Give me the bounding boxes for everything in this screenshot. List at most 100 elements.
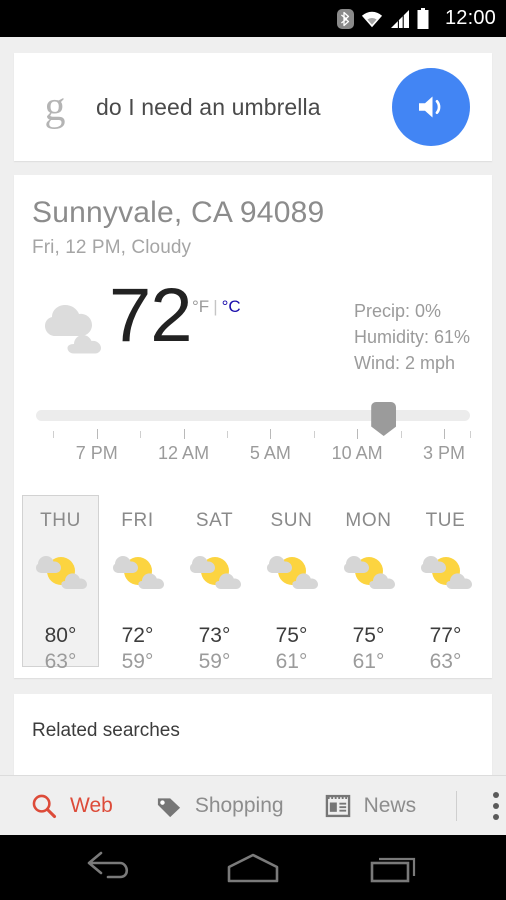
- more-options-dot: [493, 791, 500, 798]
- partly-cloudy-icon: [266, 556, 318, 589]
- tab-news[interactable]: News: [324, 776, 417, 835]
- current-temperature: 72: [109, 273, 193, 358]
- forecast-day-icon: [415, 550, 477, 596]
- status-bar: 12:00: [0, 0, 506, 37]
- nav-home-button[interactable]: [213, 843, 293, 893]
- battery-icon: [417, 7, 429, 29]
- slider-tick-minor: [226, 431, 228, 438]
- slider-tick-minor: [140, 431, 142, 438]
- forecast-low-temp: 59°: [121, 650, 154, 673]
- home-icon: [227, 853, 279, 882]
- speaker-icon: [419, 96, 441, 118]
- slider-tick-minor: [53, 431, 55, 438]
- forecast-day-icon: [30, 550, 92, 596]
- hourly-time-slider[interactable]: 7 PM 12 AM 5 AM 10 AM 3 PM: [36, 402, 471, 472]
- more-options-button[interactable]: [487, 786, 506, 826]
- forecast-low-temp: 61°: [352, 650, 385, 673]
- slider-tick-labels: 7 PM 12 AM 5 AM 10 AM 3 PM: [36, 443, 470, 467]
- forecast-day-sat[interactable]: SAT 73° 59°: [176, 495, 253, 673]
- slider-tick-major: [183, 429, 185, 439]
- slider-tick-major: [357, 429, 359, 439]
- forecast-row: THU 80° 63° FRI 72° 59° SAT 73° 59° SUN 75° 61°…: [22, 495, 484, 673]
- forecast-day-label: MON: [345, 510, 392, 531]
- android-nav-bar: [0, 835, 506, 900]
- forecast-day-label: TUE: [425, 510, 466, 531]
- more-options-dot: [493, 813, 500, 820]
- unit-fahrenheit[interactable]: °F: [192, 297, 209, 316]
- weather-subtitle: Fri, 12 PM, Cloudy: [32, 237, 192, 258]
- search-query-card[interactable]: g do I need an umbrella: [14, 53, 492, 161]
- forecast-day-sun[interactable]: SUN 75° 61°: [253, 495, 330, 673]
- forecast-high-temp: 75°: [275, 624, 308, 647]
- forecast-high-temp: 80°: [44, 624, 77, 647]
- slider-ticks: [36, 429, 471, 441]
- related-searches-card[interactable]: Related searches: [14, 694, 492, 776]
- recents-icon: [370, 857, 416, 882]
- status-clock: 12:00: [444, 7, 496, 29]
- forecast-low-temp: 63°: [44, 650, 77, 673]
- unit-separator: |: [213, 297, 218, 316]
- forecast-day-icon: [261, 550, 323, 596]
- partly-cloudy-icon: [343, 556, 395, 589]
- forecast-day-label: FRI: [121, 510, 154, 531]
- forecast-low-temp: 59°: [198, 650, 231, 673]
- weather-location: Sunnyvale, CA 94089: [32, 196, 325, 229]
- forecast-day-label: SUN: [270, 510, 313, 531]
- detail-precip: Precip: 0%: [354, 301, 442, 321]
- partly-cloudy-icon: [420, 556, 472, 589]
- slider-tick-label: 12 AM: [158, 443, 210, 463]
- forecast-day-icon: [184, 550, 246, 596]
- partly-cloudy-icon: [35, 556, 87, 589]
- google-g-logo: g: [44, 84, 66, 130]
- slider-tick-minor: [400, 431, 402, 438]
- tab-news-label: News: [363, 793, 417, 817]
- detail-wind: Wind: 2 mph: [354, 353, 456, 373]
- forecast-day-label: THU: [40, 510, 81, 531]
- slider-tick-label: 5 AM: [249, 443, 291, 463]
- forecast-day-thu[interactable]: THU 80° 63°: [22, 495, 99, 673]
- slider-tick-minor: [313, 431, 315, 438]
- forecast-low-temp: 63°: [429, 650, 462, 673]
- partly-cloudy-icon: [112, 556, 164, 589]
- forecast-high-temp: 77°: [429, 624, 462, 647]
- forecast-day-fri[interactable]: FRI 72° 59°: [99, 495, 176, 673]
- tabbar-divider: [456, 790, 457, 821]
- tab-shopping[interactable]: Shopping: [155, 776, 284, 835]
- bluetooth-icon: [336, 8, 354, 29]
- forecast-day-icon: [338, 550, 400, 596]
- slider-tick-label: 3 PM: [422, 443, 465, 463]
- forecast-day-label: SAT: [195, 510, 234, 531]
- tab-web-label: Web: [70, 793, 113, 817]
- result-type-tabbar: Web Shopping News: [0, 775, 506, 835]
- signal-icon: [390, 9, 409, 28]
- slider-tick-minor: [470, 431, 471, 438]
- query-text: do I need an umbrella: [96, 93, 321, 120]
- speaker-button[interactable]: [392, 68, 470, 146]
- forecast-day-mon[interactable]: MON 75° 61°: [330, 495, 407, 673]
- tag-icon: [157, 797, 180, 817]
- slider-tick-major: [270, 429, 272, 439]
- forecast-day-icon: [107, 550, 169, 596]
- detail-humidity: Humidity: 61%: [354, 327, 471, 347]
- forecast-high-temp: 73°: [198, 624, 231, 647]
- slider-track[interactable]: [36, 410, 470, 421]
- search-icon: [32, 794, 57, 818]
- more-options-dot: [493, 802, 500, 809]
- tab-web[interactable]: Web: [30, 776, 113, 835]
- unit-celsius[interactable]: °C: [222, 297, 241, 316]
- nav-recents-button[interactable]: [355, 843, 435, 893]
- newspaper-icon: [325, 794, 350, 817]
- forecast-high-temp: 72°: [121, 624, 154, 647]
- back-icon: [87, 851, 129, 878]
- slider-tick-major: [443, 429, 445, 439]
- slider-tick-label: 10 AM: [331, 443, 383, 463]
- forecast-day-tue[interactable]: TUE 77° 63°: [407, 495, 484, 673]
- status-icon-group: 12:00: [336, 7, 496, 30]
- slider-tick-major: [96, 429, 98, 439]
- android-screen: 12:00 g do I need an umbrella Sunnyvale,…: [0, 0, 506, 900]
- temperature-unit-toggle[interactable]: °F | °C: [192, 297, 241, 317]
- slider-tick-label: 7 PM: [75, 443, 118, 463]
- wifi-icon: [361, 11, 383, 27]
- weather-card: Sunnyvale, CA 94089 Fri, 12 PM, Cloudy 7…: [14, 175, 492, 678]
- nav-back-button[interactable]: [71, 843, 151, 893]
